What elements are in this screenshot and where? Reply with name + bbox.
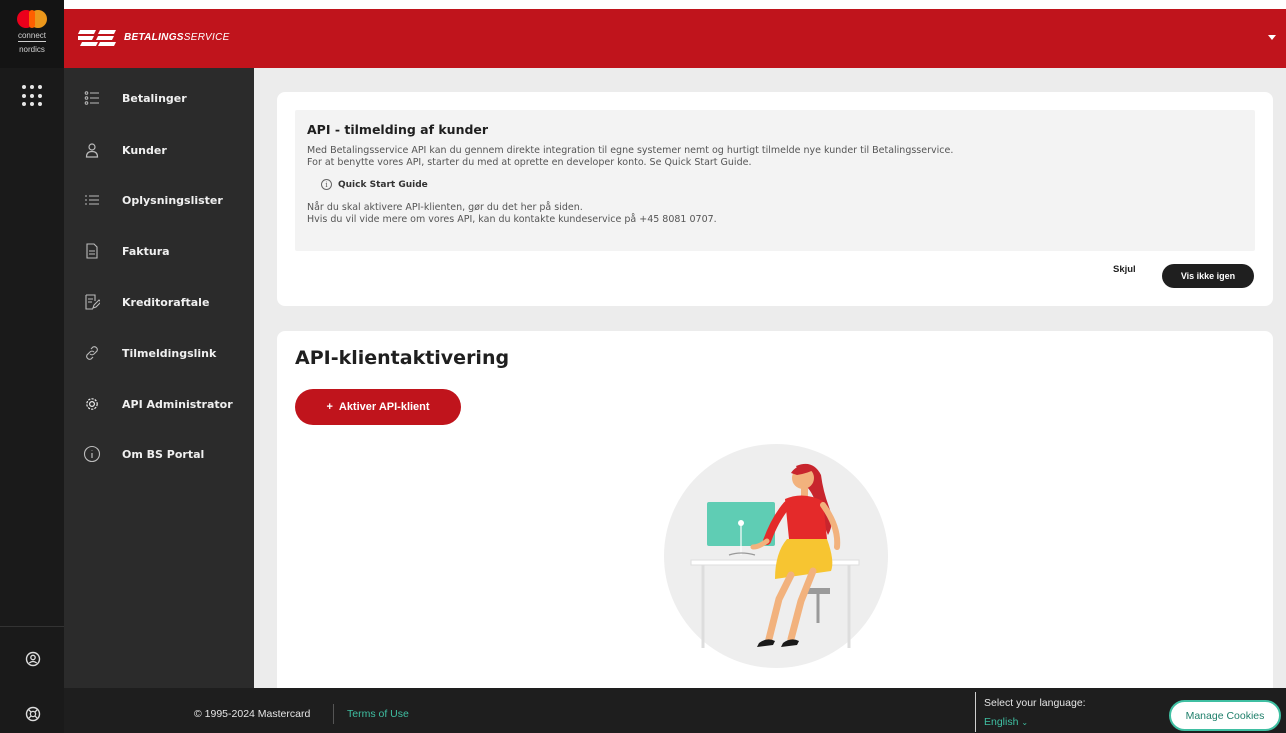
footer-divider [333,704,334,724]
sidebar-item-label: Oplysningslister [122,193,223,207]
language-divider [975,692,976,732]
copyright-text: © 1995-2024 Mastercard [194,708,311,720]
quick-start-link[interactable]: i Quick Start Guide [321,179,1243,190]
sidebar-item-label: Kreditoraftale [122,295,210,309]
sidebar-item-label: Faktura [122,244,170,258]
sidebar-item-tilmeldingslink[interactable]: Tilmeldingslink [64,333,254,373]
plus-icon: + [326,401,333,413]
sidebar-item-label: Tilmeldingslink [122,346,217,360]
product-name: BETALINGSSERVICE [124,31,230,43]
app-header: BETALINGSSERVICE [64,9,1286,68]
sidebar-item-faktura[interactable]: Faktura [64,231,254,271]
sidebar-item-betalinger[interactable]: Betalinger [64,78,254,118]
language-label: Select your language: [984,697,1086,709]
terms-of-use-link[interactable]: Terms of Use [347,708,409,720]
betalingsservice-logo[interactable]: BETALINGSSERVICE [78,27,230,47]
woman-at-computer-illustration [664,444,888,668]
mastercard-connect-logo: connect nordics [0,0,64,68]
sidebar-item-kunder[interactable]: Kunder [64,130,254,170]
sidebar-item-label: Om BS Portal [122,447,205,461]
user-icon [82,140,102,160]
chevron-down-icon: ⌄ [1021,718,1029,727]
mastercard-icon [17,10,47,28]
link-icon [82,343,102,363]
info-text-line3: Når du skal aktivere API-klienten, gør d… [307,202,583,213]
sidebar-item-api-administrator[interactable]: API Administrator [64,384,254,424]
info-title: API - tilmelding af kunder [307,122,489,137]
info-text-line2: For at benytte vores API, starter du med… [307,157,752,168]
activate-button-label: Aktiver API-klient [338,401,430,413]
rail-divider [0,626,64,627]
api-client-activation-card: API-klientaktivering + Aktiver API-klien… [277,331,1273,688]
quick-start-label: Quick Start Guide [338,179,428,190]
contract-edit-icon [82,292,102,312]
api-info-card: API - tilmelding af kunder Med Betalings… [277,92,1273,306]
sidebar-item-kreditoraftale[interactable]: Kreditoraftale [64,282,254,322]
main-content: API - tilmelding af kunder Med Betalings… [254,68,1286,688]
rail-logo-line1: connect [17,31,47,42]
help-lifebuoy-icon[interactable] [24,705,42,723]
api-info-box: API - tilmelding af kunder Med Betalings… [295,110,1255,251]
invoice-icon [82,241,102,261]
app-switcher-icon[interactable] [22,85,44,107]
dont-show-again-button[interactable]: Vis ikke igen [1162,264,1254,288]
info-text-line4: Hvis du vil vide mere om vores API, kan … [307,214,717,225]
sidebar-item-oplysningslister[interactable]: Oplysningslister [64,180,254,220]
footer: © 1995-2024 Mastercard Terms of Use Sele… [64,688,1286,733]
info-circle-icon: i [321,179,332,190]
page-title: API-klientaktivering [295,347,510,369]
global-rail: connect nordics [0,0,64,733]
sidebar-item-om-bs-portal[interactable]: Om BS Portal [64,434,254,474]
sidebar-nav: Betalinger Kunder Oplysningslister Faktu… [64,68,254,688]
list-icon [82,190,102,210]
user-profile-icon[interactable] [24,650,42,668]
info-text-line1: Med Betalingsservice API kan du gennem d… [307,145,954,156]
gear-icon [82,394,102,414]
sidebar-item-label: Kunder [122,143,167,157]
manage-cookies-button[interactable]: Manage Cookies [1169,700,1281,731]
top-strip [64,0,1286,9]
payments-list-icon [82,88,102,108]
activate-api-client-button[interactable]: + Aktiver API-klient [295,389,461,425]
hide-button[interactable]: Skjul [1113,264,1136,275]
sidebar-item-label: Betalinger [122,91,187,105]
sidebar-item-label: API Administrator [122,397,233,411]
bs-logo-mark-icon [78,30,116,46]
account-dropdown-icon[interactable] [1268,35,1276,40]
language-select[interactable]: English ⌄ [984,716,1028,728]
rail-logo-line2: nordics [19,45,45,54]
info-icon [82,444,102,464]
